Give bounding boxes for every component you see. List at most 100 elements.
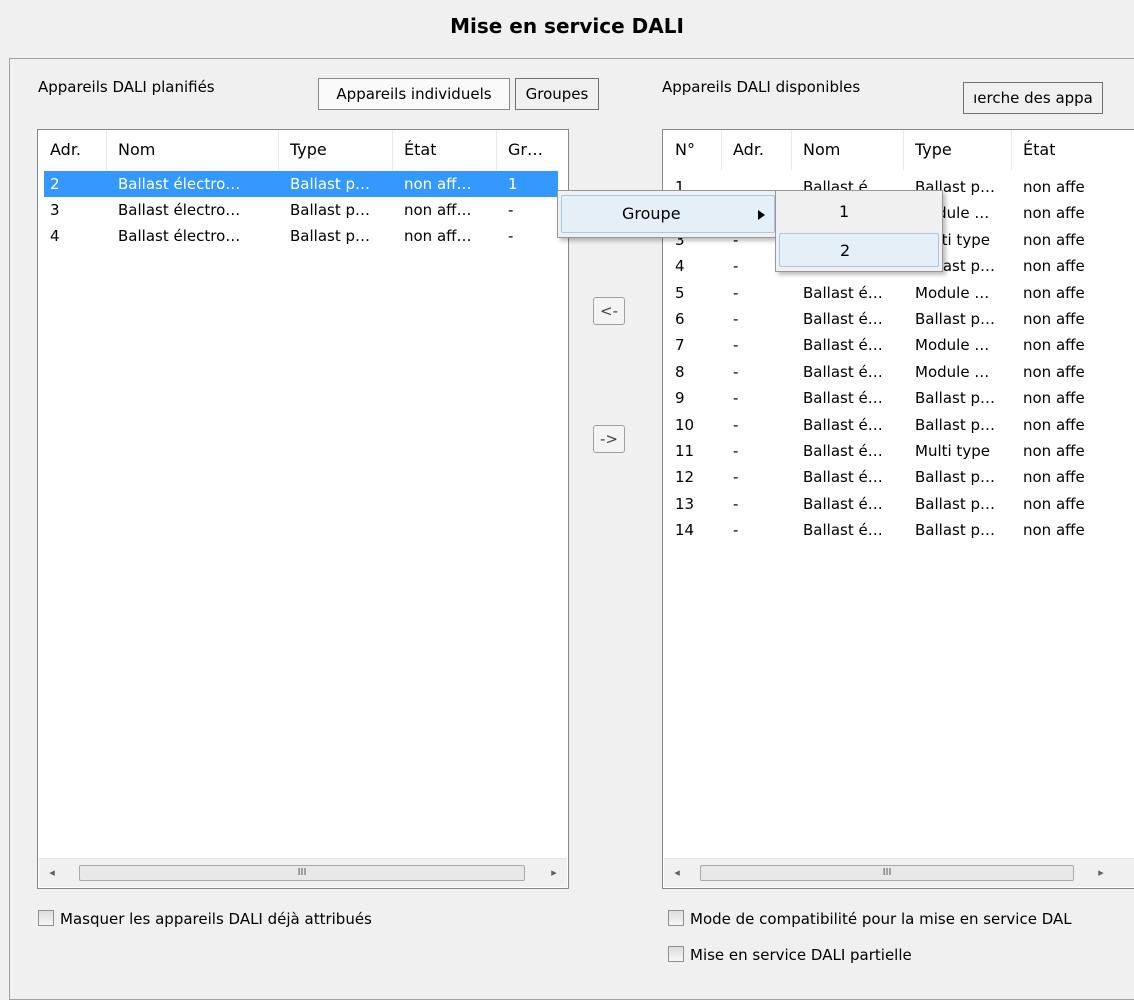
table-cell: 2 [50,175,60,193]
column-header[interactable]: État [1023,130,1055,170]
table-cell: Ballast p… [915,521,995,540]
column-header[interactable]: Type [290,130,327,170]
table-cell: non aff… [404,227,472,245]
column-header[interactable]: État [404,130,436,170]
column-header[interactable]: Adr. [50,130,81,170]
table-cell: 11 [675,442,695,460]
table-cell: 5 [675,283,685,302]
table-row[interactable]: 13 - Ballast é… Ballast p… non affe [669,491,1134,517]
hide-assigned-checkbox[interactable]: Masquer les appareils DALI déjà attribué… [38,908,372,930]
column-header[interactable]: Adr. [733,130,764,170]
table-row[interactable]: 11 - Ballast é… Multi type non affe [669,438,1134,464]
scroll-left-icon[interactable]: ◂ [39,859,65,887]
submenu-item-1[interactable]: 1 [779,195,939,229]
table-row[interactable]: 12 - Ballast é… Ballast p… non affe [669,464,1134,490]
column-separator[interactable] [496,130,497,170]
checkbox-box[interactable] [668,946,684,962]
column-separator[interactable] [1011,130,1012,170]
compat-mode-checkbox[interactable]: Mode de compatibilité pour la mise en se… [668,908,1072,930]
table-cell: - [733,283,739,302]
checkbox-box[interactable] [38,910,54,926]
table-row[interactable]: 2 Ballast électro… Ballast p… non aff… 1 [44,171,558,197]
table-cell: - [733,336,739,355]
checkbox-box[interactable] [668,910,684,926]
table-cell: 3 [50,201,60,219]
table-cell: Ballast p… [915,468,995,487]
table-cell: - [733,257,739,276]
column-separator[interactable] [392,130,393,170]
available-list-hscrollbar[interactable]: ◂ III ▸ [664,858,1134,887]
table-cell: - [733,362,739,381]
table-cell: Ballast p… [915,310,995,328]
scroll-thumb[interactable]: III [700,865,1074,881]
table-row[interactable]: 9 - Ballast é… Ballast p… non affe [669,385,1134,411]
column-separator[interactable] [278,130,279,170]
column-separator[interactable] [106,130,107,170]
tab-groups[interactable]: Groupes [515,78,599,110]
table-row[interactable]: 8 - Ballast é… Module … non affe [669,359,1134,385]
group-submenu: 1 2 [775,190,943,272]
table-cell: Ballast électro… [118,201,241,219]
table-cell: 6 [675,310,685,328]
table-cell: Ballast é… [803,494,883,513]
table-cell: non affe [1023,336,1085,355]
table-row[interactable]: 14 - Ballast é… Ballast p… non affe [669,517,1134,543]
scroll-right-icon[interactable]: ▸ [541,859,567,887]
table-cell: non aff… [404,175,472,193]
menu-item-groupe-label: Groupe [622,204,681,223]
table-cell: - [508,227,514,245]
table-cell: non affe [1023,389,1085,408]
scroll-left-icon[interactable]: ◂ [664,859,690,887]
column-header[interactable]: Gr… [508,130,543,170]
tab-individual-devices[interactable]: Appareils individuels [318,78,510,110]
table-cell: 1 [508,175,518,193]
table-cell: Ballast é… [803,468,883,487]
partial-commissioning-checkbox[interactable]: Mise en service DALI partielle [668,944,912,966]
table-cell: - [733,468,739,487]
column-separator[interactable] [791,130,792,170]
menu-item-groupe[interactable]: Groupe [561,195,775,233]
column-separator[interactable] [903,130,904,170]
table-row[interactable]: 5 - Ballast é… Module … non affe [669,280,1134,306]
table-cell: Ballast p… [290,227,370,245]
table-cell: 4 [675,257,685,276]
table-cell: - [733,310,739,328]
table-cell: Ballast é… [803,389,883,408]
submenu-item-2[interactable]: 2 [779,233,939,267]
compat-mode-label: Mode de compatibilité pour la mise en se… [690,910,1072,928]
move-left-button[interactable]: <- [593,297,625,325]
move-right-button[interactable]: -> [593,425,625,453]
planned-devices-list[interactable]: Adr. Nom Type État Gr… 2 Ballast électro… Ball… [37,129,569,889]
table-cell: non affe [1023,468,1085,487]
table-row[interactable]: 10 - Ballast é… Ballast p… non affe [669,412,1134,438]
table-cell: Ballast é… [803,521,883,540]
table-cell: 10 [675,415,695,434]
table-cell: non affe [1023,310,1085,328]
table-cell: 13 [675,494,695,513]
column-header[interactable]: Nom [803,130,840,170]
table-row[interactable]: 3 Ballast électro… Ballast p… non aff… - [44,197,558,223]
planned-list-hscrollbar[interactable]: ◂ III ▸ [39,858,567,887]
table-cell: Ballast é… [803,442,883,460]
scroll-right-icon[interactable]: ▸ [1088,859,1114,887]
table-cell: non affe [1023,257,1085,276]
column-header[interactable]: N° [675,130,695,170]
table-cell: Ballast é… [803,310,883,328]
table-cell: non affe [1023,204,1085,223]
table-cell: Ballast p… [915,389,995,408]
table-cell: - [508,201,514,219]
table-cell: non affe [1023,494,1085,513]
table-cell: non affe [1023,521,1085,540]
search-devices-button[interactable]: ıerche des appa [963,82,1103,114]
table-cell: Ballast é… [803,283,883,302]
column-separator[interactable] [721,130,722,170]
scroll-thumb[interactable]: III [79,865,525,881]
table-row[interactable]: 7 - Ballast é… Module … non affe [669,332,1134,358]
table-row[interactable]: 6 - Ballast é… Ballast p… non affe [669,306,1134,332]
table-row[interactable]: 4 Ballast électro… Ballast p… non aff… - [44,223,558,249]
column-header[interactable]: Nom [118,130,155,170]
table-cell: 7 [675,336,685,355]
column-header[interactable]: Type [915,130,952,170]
table-cell: Module … [915,336,990,355]
window-title: Mise en service DALI [450,14,684,38]
